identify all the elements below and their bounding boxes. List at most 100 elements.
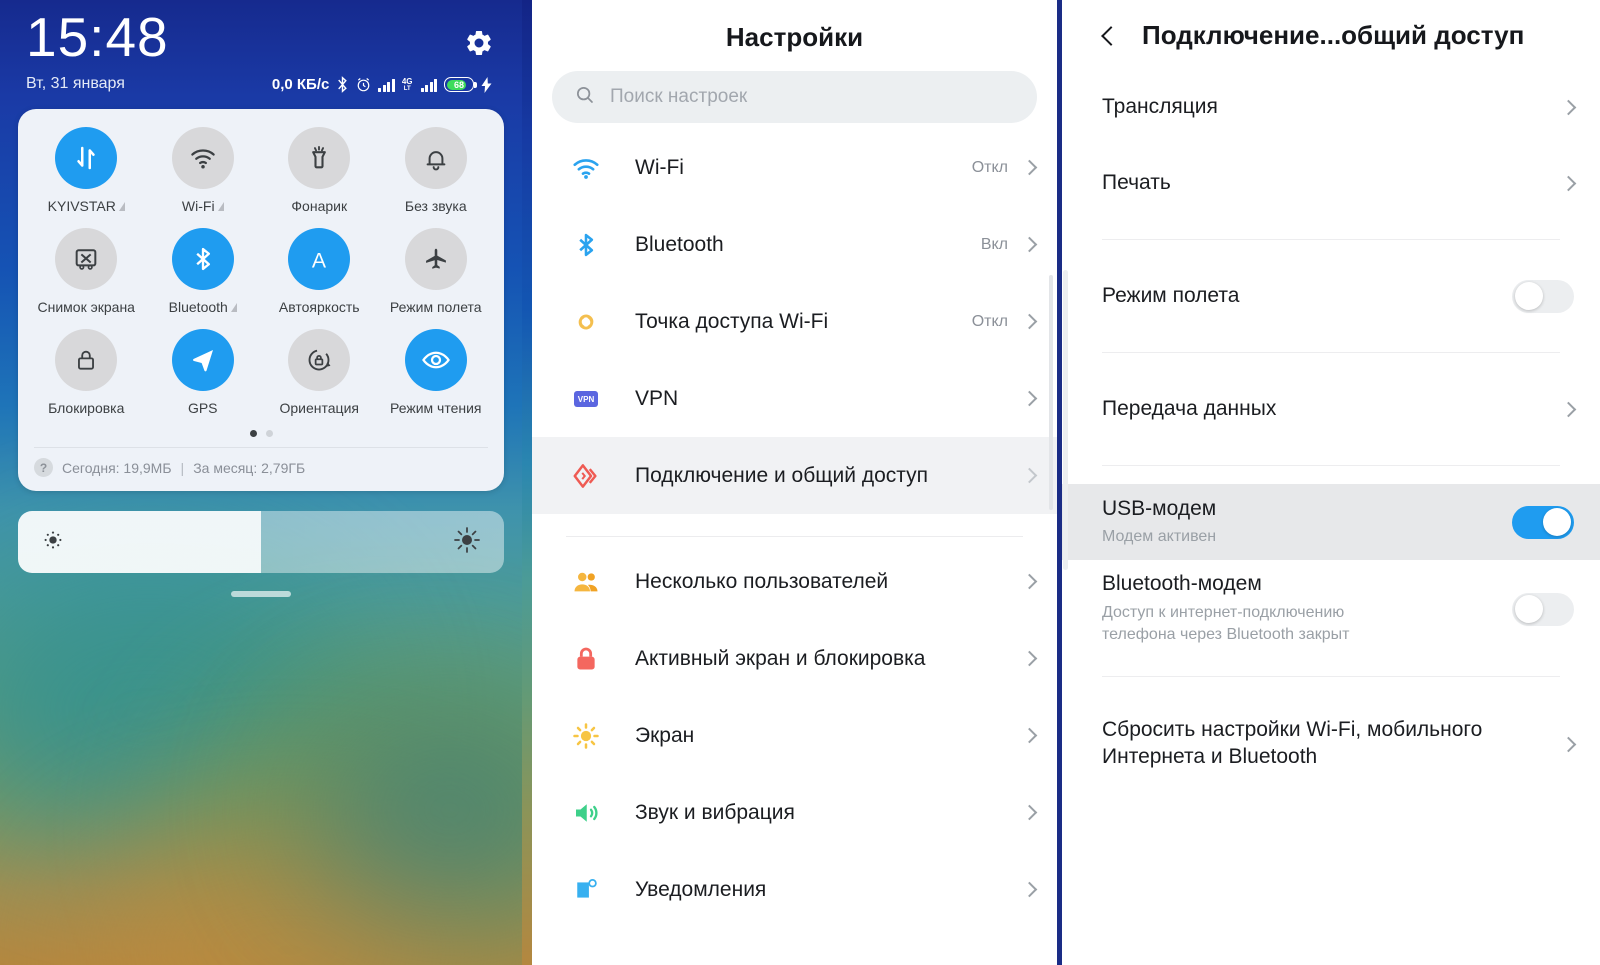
chevron-right-icon: [1560, 175, 1577, 191]
row-data-transfer[interactable]: Передача данных: [1062, 371, 1600, 447]
svg-text:VPN: VPN: [578, 395, 595, 404]
search-placeholder: Поиск настроек: [610, 86, 748, 107]
wifi-icon: [171, 127, 234, 189]
airplane-mode-toggle[interactable]: [1512, 279, 1574, 313]
settings-row-label: Wi-Fi: [635, 155, 684, 179]
qs-tile-screenshot[interactable]: Снимок экрана: [28, 228, 145, 315]
question-mark-icon[interactable]: ?: [34, 458, 53, 477]
quick-settings-card: KYIVSTAR Wi-Fi Фонарик Без звука Снимок …: [18, 109, 504, 491]
settings-panel: Настройки Поиск настроек Wi-Fi Откл Blue: [532, 0, 1057, 965]
location-arrow-icon: [171, 329, 234, 391]
settings-gear-button[interactable]: [464, 28, 494, 58]
chevron-right-icon: [1021, 573, 1038, 590]
expand-triangle-icon: [217, 201, 224, 211]
row-reset-network-settings[interactable]: Сбросить настройки Wi-Fi, мобильного Инт…: [1062, 695, 1600, 793]
qs-label: Bluetooth: [169, 299, 237, 315]
page-dot-active[interactable]: [249, 430, 257, 437]
settings-row-label: Несколько пользователей: [635, 569, 889, 593]
settings-row-vpn[interactable]: VPN VPN: [532, 360, 1057, 437]
rotation-lock-icon: [288, 329, 351, 391]
brightness-low-icon: [40, 527, 66, 558]
bluetooth-icon: [171, 228, 234, 290]
settings-list-group-1: Wi-Fi Откл Bluetooth Вкл Точка доступа W…: [532, 129, 1057, 514]
eye-icon: [404, 329, 467, 391]
qs-tile-gps[interactable]: GPS: [145, 329, 262, 416]
qs-label: Снимок экрана: [37, 299, 135, 315]
qs-tile-wifi[interactable]: Wi-Fi: [145, 127, 262, 214]
back-chevron-icon[interactable]: [1101, 25, 1121, 46]
qs-label: Без звука: [404, 198, 467, 214]
battery-icon: 68: [444, 77, 477, 92]
brightness-high-icon: [452, 525, 482, 560]
section-airplane: Режим полета: [1062, 258, 1600, 334]
qs-tile-mobile-data[interactable]: KYIVSTAR: [28, 127, 145, 214]
wallpaper-blob: [0, 560, 360, 860]
chevron-right-icon: [1021, 236, 1038, 253]
section-tethering: USB-модем Модем активен Bluetooth-модем …: [1062, 484, 1600, 658]
chevron-right-icon: [1021, 390, 1038, 407]
users-icon: [566, 567, 606, 597]
qs-tile-reading-mode[interactable]: Режим чтения: [378, 329, 495, 416]
network-type-label: 4G LT: [401, 76, 413, 92]
brightness-slider[interactable]: [18, 511, 504, 573]
scrollbar[interactable]: [1049, 275, 1053, 510]
settings-row-display[interactable]: Экран: [532, 697, 1057, 774]
svg-text:A: A: [312, 249, 327, 273]
row-print[interactable]: Печать: [1062, 145, 1600, 221]
settings-row-bluetooth[interactable]: Bluetooth Вкл: [532, 206, 1057, 283]
qs-tile-airplane[interactable]: Режим полета: [378, 228, 495, 315]
qs-tile-bluetooth[interactable]: Bluetooth: [145, 228, 262, 315]
page-indicator-dots[interactable]: [28, 430, 494, 437]
settings-row-multiple-users[interactable]: Несколько пользователей: [532, 543, 1057, 620]
qs-tile-silent[interactable]: Без звука: [378, 127, 495, 214]
page-dot[interactable]: [265, 430, 273, 437]
row-usb-tethering[interactable]: USB-модем Модем активен: [1062, 484, 1600, 560]
data-usage-row[interactable]: ? Сегодня: 19,9МБ | За месяц: 2,79ГБ: [28, 448, 494, 479]
search-input[interactable]: Поиск настроек: [552, 71, 1037, 123]
settings-row-notifications[interactable]: Уведомления: [532, 851, 1057, 928]
notifications-icon: [566, 876, 606, 904]
section-display: Трансляция Печать: [1062, 69, 1600, 221]
settings-row-wifi[interactable]: Wi-Fi Откл: [532, 129, 1057, 206]
row-airplane-mode[interactable]: Режим полета: [1062, 258, 1600, 334]
settings-row-label: Экран: [635, 723, 695, 747]
settings-row-connection-sharing[interactable]: Подключение и общий доступ: [532, 437, 1057, 514]
mobile-data-icon: [55, 127, 118, 189]
home-indicator: [231, 591, 291, 597]
vpn-icon: VPN: [566, 384, 606, 414]
bluetooth-icon: [566, 231, 606, 259]
status-bar: 15:48 Вт, 31 января 0,0 КБ/с 4G LT 68: [0, 0, 522, 93]
usage-month-text: За месяц: 2,79ГБ: [193, 459, 306, 476]
qs-tile-rotation[interactable]: Ориентация: [261, 329, 378, 416]
row-cast[interactable]: Трансляция: [1062, 69, 1600, 145]
qs-label: Ориентация: [279, 400, 359, 416]
qs-label: GPS: [187, 400, 218, 416]
bluetooth-tethering-toggle[interactable]: [1512, 592, 1574, 626]
row-bluetooth-tethering[interactable]: Bluetooth-модем Доступ к интернет-подклю…: [1062, 560, 1600, 658]
row-title: Печать: [1102, 170, 1171, 194]
settings-row-lock-screen[interactable]: Активный экран и блокировка: [532, 620, 1057, 697]
usb-tethering-toggle[interactable]: [1512, 505, 1574, 539]
chevron-right-icon: [1021, 313, 1038, 330]
row-title: Сбросить настройки Wi-Fi, мобильного Инт…: [1102, 718, 1483, 768]
section-reset: Сбросить настройки Wi-Fi, мобильного Инт…: [1062, 695, 1600, 793]
chevron-right-icon: [1021, 650, 1038, 667]
settings-row-hotspot[interactable]: Точка доступа Wi-Fi Откл: [532, 283, 1057, 360]
scrollbar[interactable]: [1063, 270, 1068, 570]
qs-tile-flashlight[interactable]: Фонарик: [261, 127, 378, 214]
gear-icon: [467, 30, 491, 56]
qs-tile-lock[interactable]: Блокировка: [28, 329, 145, 416]
qs-tile-auto-brightness[interactable]: A Автояркость: [261, 228, 378, 315]
chevron-right-icon: [1021, 804, 1038, 821]
lock-screen-icon: [566, 645, 606, 673]
chevron-right-icon: [1021, 727, 1038, 744]
settings-row-sound[interactable]: Звук и вибрация: [532, 774, 1057, 851]
connection-sharing-panel: Подключение...общий доступ Трансляция Пе…: [1062, 0, 1600, 965]
expand-triangle-icon: [230, 302, 237, 312]
